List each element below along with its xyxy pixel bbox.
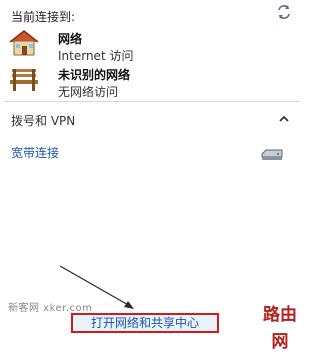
open-network-sharing-center-link[interactable]: 打开网络和共享中心	[71, 313, 219, 333]
refresh-icon[interactable]	[274, 4, 294, 20]
network-item[interactable]: 网络 Internet 访问	[8, 28, 188, 64]
modem-icon	[260, 148, 284, 162]
network-status: Internet 访问	[58, 49, 134, 63]
watermark-logo: 路由网	[256, 302, 304, 352]
watermark-text: 新客网 xker.com	[8, 303, 93, 314]
network-status: 无网络访问	[58, 85, 119, 99]
broadband-connection-link[interactable]: 宽带连接	[11, 144, 59, 161]
network-flyout: 当前连接到: 网络 Internet 访问 未识别的网络 无网络访问 拨号和 V…	[0, 0, 304, 352]
network-name: 未识别的网络	[58, 68, 131, 82]
chevron-up-icon[interactable]	[278, 113, 290, 123]
bench-network-icon	[8, 64, 40, 94]
network-name: 网络	[58, 32, 83, 46]
network-item[interactable]: 未识别的网络 无网络访问	[8, 64, 188, 100]
header-label: 当前连接到:	[11, 10, 76, 24]
section-divider	[4, 101, 300, 102]
house-network-icon	[8, 28, 40, 58]
section-label: 拨号和 VPN	[11, 114, 76, 128]
